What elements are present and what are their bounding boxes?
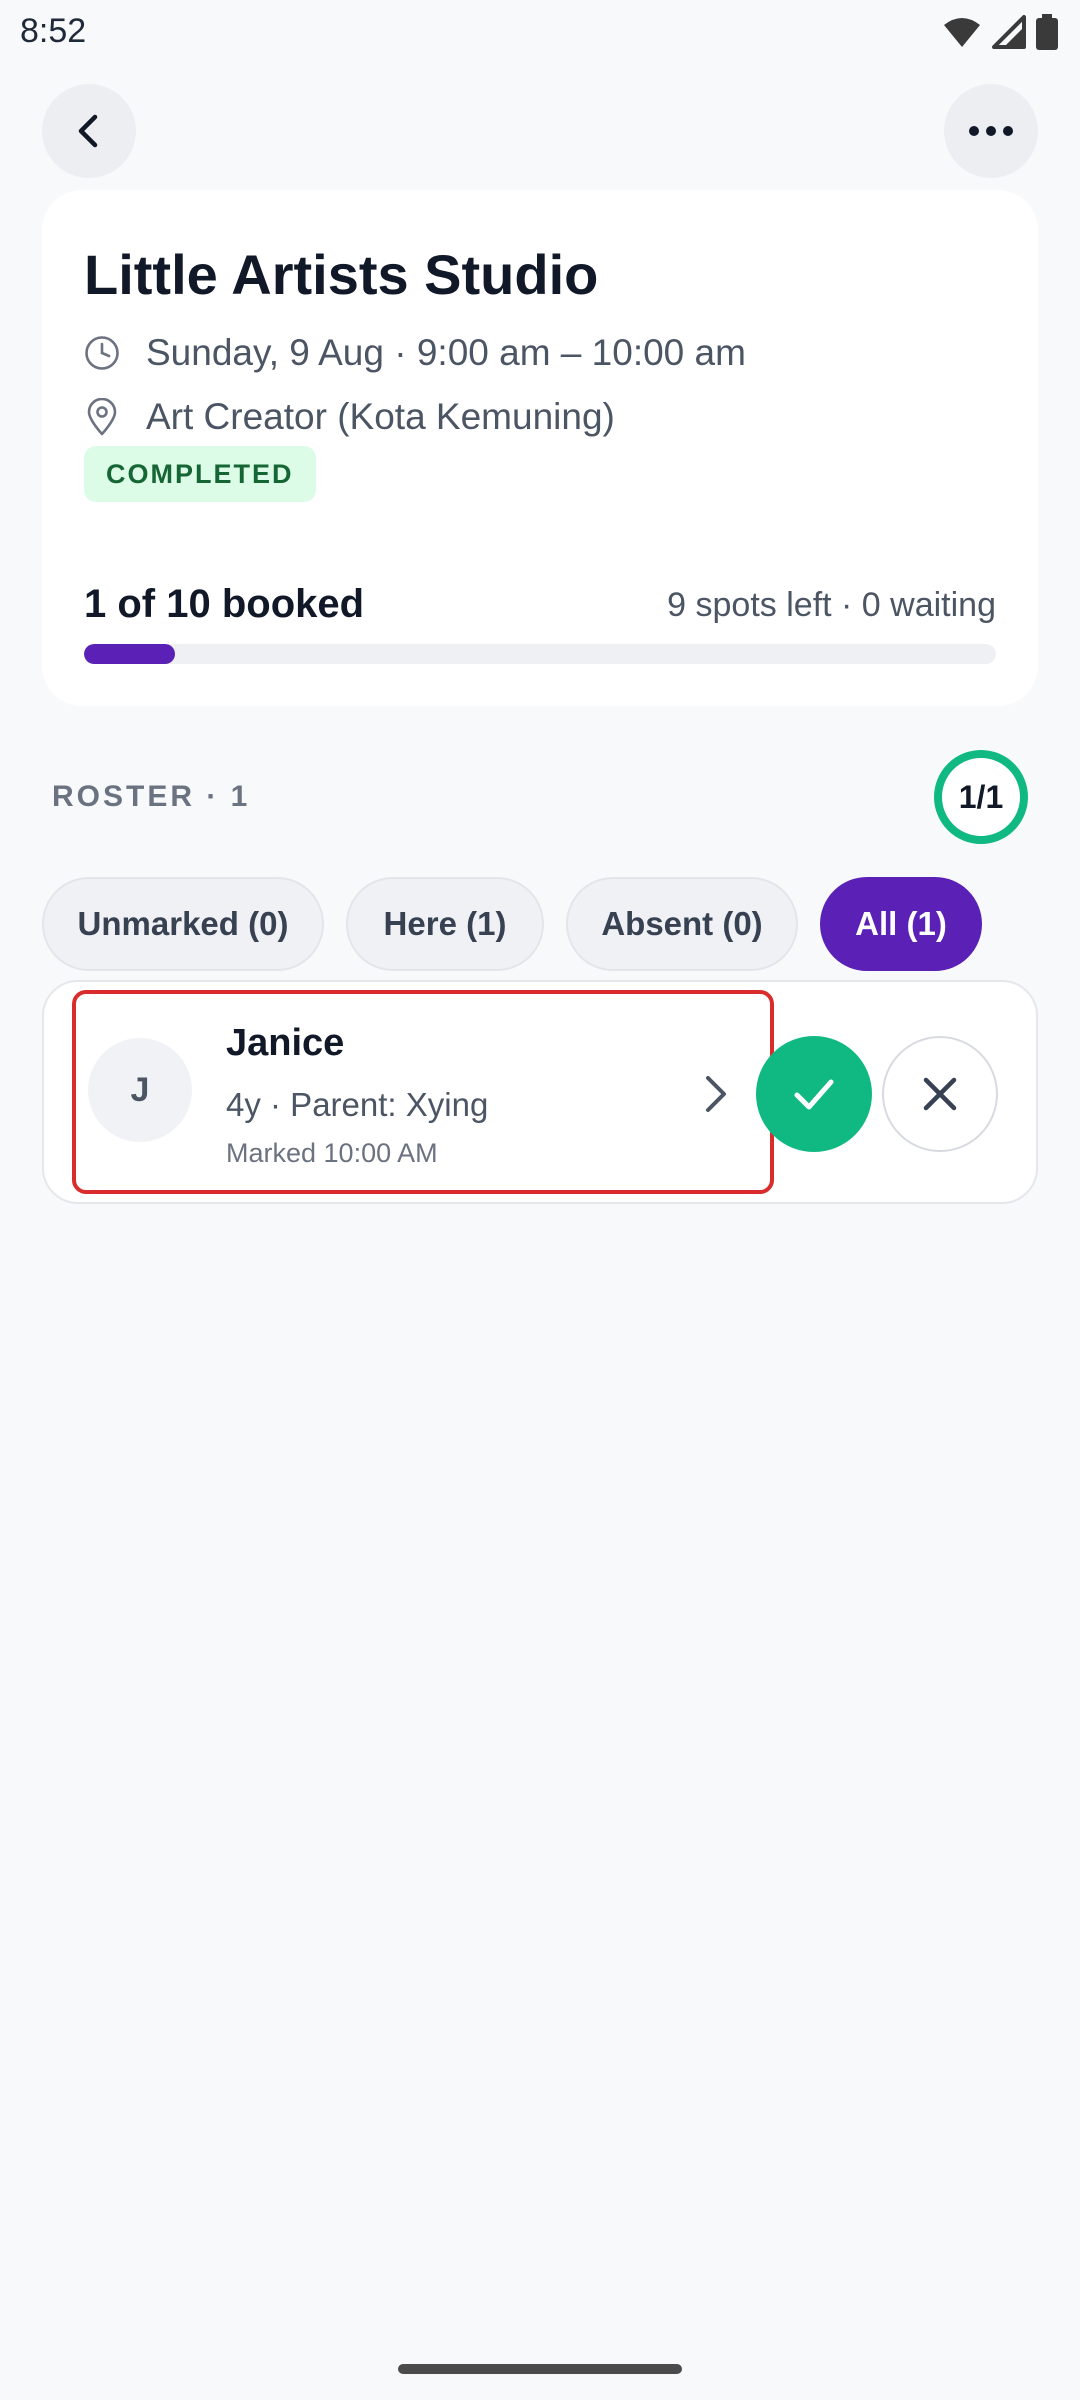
screen: 8:52 Little Artists Studio Sunday, 9 Aug… bbox=[0, 0, 1080, 2400]
session-card: Little Artists Studio Sunday, 9 Aug · 9:… bbox=[42, 190, 1038, 706]
availability-text: 9 spots left · 0 waiting bbox=[667, 586, 996, 624]
filter-chip-here[interactable]: Here (1) bbox=[346, 877, 544, 971]
clock-icon bbox=[85, 336, 119, 370]
chevron-left-icon bbox=[78, 114, 98, 148]
session-title: Little Artists Studio bbox=[84, 243, 599, 306]
session-datetime: Sunday, 9 Aug · 9:00 am – 10:00 am bbox=[146, 332, 746, 373]
signal-icon bbox=[992, 15, 1026, 49]
location-pin-icon bbox=[87, 398, 117, 436]
wifi-icon bbox=[944, 18, 980, 47]
more-horizontal-icon bbox=[969, 126, 1013, 136]
filter-chip-absent[interactable]: Absent (0) bbox=[566, 877, 798, 971]
session-location: Art Creator (Kota Kemuning) bbox=[146, 396, 615, 437]
more-options-button[interactable] bbox=[944, 84, 1038, 178]
status-icons bbox=[942, 14, 1058, 50]
filter-chip-all[interactable]: All (1) bbox=[820, 877, 982, 971]
back-button[interactable] bbox=[42, 84, 136, 178]
session-location-row: Art Creator (Kota Kemuning) bbox=[84, 396, 615, 438]
mark-here-button[interactable] bbox=[756, 1036, 872, 1152]
avatar: J bbox=[88, 1038, 192, 1142]
marked-time: Marked 10:00 AM bbox=[226, 1138, 438, 1168]
child-name: Janice bbox=[226, 1022, 345, 1064]
check-icon bbox=[794, 1079, 834, 1110]
booked-count: 1 of 10 booked bbox=[84, 582, 365, 626]
roster-label: ROSTER · 1 bbox=[52, 780, 251, 813]
mark-absent-button[interactable] bbox=[882, 1036, 998, 1152]
roster-item-card: J Janice 4y · Parent: Xying Marked 10:00… bbox=[42, 980, 1038, 1204]
roster-count-ring: 1/1 bbox=[934, 750, 1028, 844]
status-badge: COMPLETED bbox=[84, 446, 316, 502]
booking-progress-bar bbox=[84, 644, 996, 664]
close-icon bbox=[923, 1077, 957, 1111]
filter-chip-unmarked[interactable]: Unmarked (0) bbox=[42, 877, 324, 971]
status-bar: 8:52 bbox=[0, 0, 1080, 62]
session-datetime-row: Sunday, 9 Aug · 9:00 am – 10:00 am bbox=[84, 332, 746, 374]
child-details: 4y · Parent: Xying bbox=[226, 1086, 489, 1123]
battery-icon bbox=[1036, 14, 1058, 50]
booking-progress-fill bbox=[84, 644, 176, 664]
home-indicator[interactable] bbox=[398, 2364, 682, 2374]
chevron-right-icon bbox=[706, 1076, 726, 1112]
status-time: 8:52 bbox=[20, 12, 87, 50]
